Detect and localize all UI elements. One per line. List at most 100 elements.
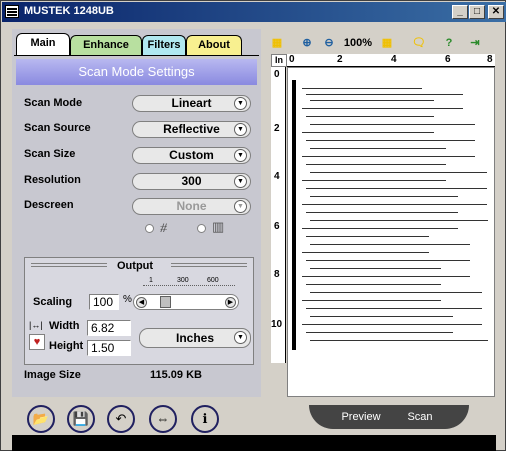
ruler-mark: 0: [289, 54, 295, 65]
header-rule: [171, 266, 247, 267]
zoom-level[interactable]: 100%: [341, 35, 375, 51]
descreen-label: Descreen: [24, 199, 74, 211]
scan-source-label: Scan Source: [24, 122, 91, 134]
tab-main[interactable]: Main: [16, 33, 70, 55]
tab-enhance[interactable]: Enhance: [70, 35, 142, 55]
image-size-label: Image Size: [24, 369, 81, 381]
ruler-unit: In: [271, 54, 287, 67]
scan-size-label: Scan Size: [24, 148, 76, 160]
close-button[interactable]: ✕: [488, 5, 504, 19]
fit-page-icon[interactable]: ▦: [379, 35, 395, 51]
preview-button[interactable]: Preview: [331, 408, 391, 426]
scanner-window: MUSTEK 1248UB _ □ ✕ Main Enhance Filters…: [0, 0, 506, 451]
lock-aspect-icon[interactable]: ♥: [29, 334, 45, 350]
scan-text-line: [310, 316, 453, 317]
slider-thumb[interactable]: [160, 296, 171, 308]
descreen-value: None: [176, 199, 207, 213]
chevron-down-icon: ▼: [234, 175, 247, 188]
zoom-out-icon[interactable]: ⊖: [321, 35, 337, 51]
scan-text-line: [302, 204, 487, 205]
scan-source-value: Reflective: [163, 122, 220, 136]
scan-text-line: [306, 94, 463, 95]
scanned-document-image: [292, 80, 488, 350]
resolution-select[interactable]: 300 ▼: [132, 173, 251, 190]
scan-mode-value: Lineart: [171, 96, 212, 110]
exit-icon[interactable]: ⇥: [467, 35, 483, 51]
arrow-right-icon[interactable]: ▶: [225, 297, 236, 308]
status-bar: [12, 435, 496, 451]
open-folder-button[interactable]: 📂: [27, 405, 55, 433]
section-title: Scan Mode Settings: [16, 59, 257, 85]
scan-text-line: [302, 276, 470, 277]
title-bar[interactable]: MUSTEK 1248UB _ □ ✕: [2, 2, 506, 22]
scan-text-line: [310, 340, 488, 341]
auto-fit-button[interactable]: ⇔: [149, 405, 177, 433]
scan-text-line: [306, 284, 441, 285]
preview-area[interactable]: [287, 67, 495, 397]
scan-text-line: [310, 148, 446, 149]
arrow-left-icon[interactable]: ◀: [136, 297, 147, 308]
zoom-in-icon[interactable]: ⊕: [299, 35, 315, 51]
width-input[interactable]: 6.82: [87, 320, 131, 336]
printer-pattern-icon: ▥: [212, 219, 225, 234]
ruler-mark: 4: [274, 171, 280, 182]
tab-filters[interactable]: Filters: [142, 35, 186, 55]
scan-text-line: [302, 180, 446, 181]
maximize-button[interactable]: □: [469, 5, 485, 19]
app-icon: [5, 5, 19, 18]
minimize-button[interactable]: _: [452, 5, 468, 19]
scan-text-line: [302, 156, 475, 157]
tab-about[interactable]: About: [186, 35, 242, 55]
scan-button[interactable]: Scan: [395, 408, 445, 426]
halftone-icon: ⧣: [160, 219, 168, 234]
reset-button[interactable]: ↶: [107, 405, 135, 433]
scan-text-line: [310, 172, 487, 173]
scan-mode-select[interactable]: Lineart ▼: [132, 95, 251, 112]
chevron-down-icon: ▼: [234, 331, 247, 344]
percent-label: %: [123, 294, 132, 305]
header-rule: [31, 266, 107, 267]
output-title: Output: [117, 260, 154, 272]
settings-panel: Main Enhance Filters About Scan Mode Set…: [12, 29, 261, 397]
ruler-mark: 10: [271, 319, 283, 330]
scan-text-line: [310, 196, 458, 197]
scan-size-select[interactable]: Custom ▼: [132, 147, 251, 164]
output-header: Output: [25, 260, 253, 272]
scan-text-line: [306, 332, 453, 333]
info-button[interactable]: ℹ: [191, 405, 219, 433]
scan-text-line: [310, 244, 470, 245]
descreen-option-radio[interactable]: [197, 224, 206, 233]
window-title: MUSTEK 1248UB: [24, 5, 114, 17]
resolution-label: Resolution: [24, 174, 81, 186]
ruler-mark: 2: [274, 123, 280, 134]
scan-text-line: [310, 124, 475, 125]
descreen-option-radio[interactable]: [145, 224, 154, 233]
scan-text-line: [306, 212, 458, 213]
height-input[interactable]: 1.50: [87, 340, 131, 356]
scan-text-line: [302, 132, 434, 133]
scan-text-line: [306, 140, 475, 141]
scan-mode-label: Scan Mode: [24, 97, 83, 109]
units-select[interactable]: Inches ▼: [139, 328, 251, 348]
scaling-input[interactable]: 100: [89, 294, 119, 310]
ruler-mark: 8: [487, 54, 493, 65]
ruler-mark: 0: [274, 69, 280, 80]
descreen-select[interactable]: None ▼: [132, 198, 251, 215]
floppy-icon: 💾: [72, 411, 90, 426]
scan-text-line: [302, 228, 458, 229]
select-area-icon[interactable]: ▦: [269, 35, 285, 51]
units-value: Inches: [175, 331, 214, 345]
chevron-down-icon: ▼: [234, 149, 247, 162]
help-icon[interactable]: ?: [441, 35, 457, 51]
scan-text-line: [306, 308, 482, 309]
scan-text-line: [302, 324, 482, 325]
scan-source-select[interactable]: Reflective ▼: [132, 121, 251, 138]
fit-icon: ⇔: [156, 411, 170, 426]
save-button[interactable]: 💾: [67, 405, 95, 433]
scan-text-line: [306, 164, 446, 165]
ruler-mark: 6: [445, 54, 451, 65]
scaling-slider[interactable]: ◀ ▶: [133, 294, 239, 310]
comment-icon[interactable]: 🗨: [411, 35, 427, 51]
ruler-left: 0 2 4 6 8 10: [271, 67, 286, 363]
scan-text-line: [302, 252, 429, 253]
